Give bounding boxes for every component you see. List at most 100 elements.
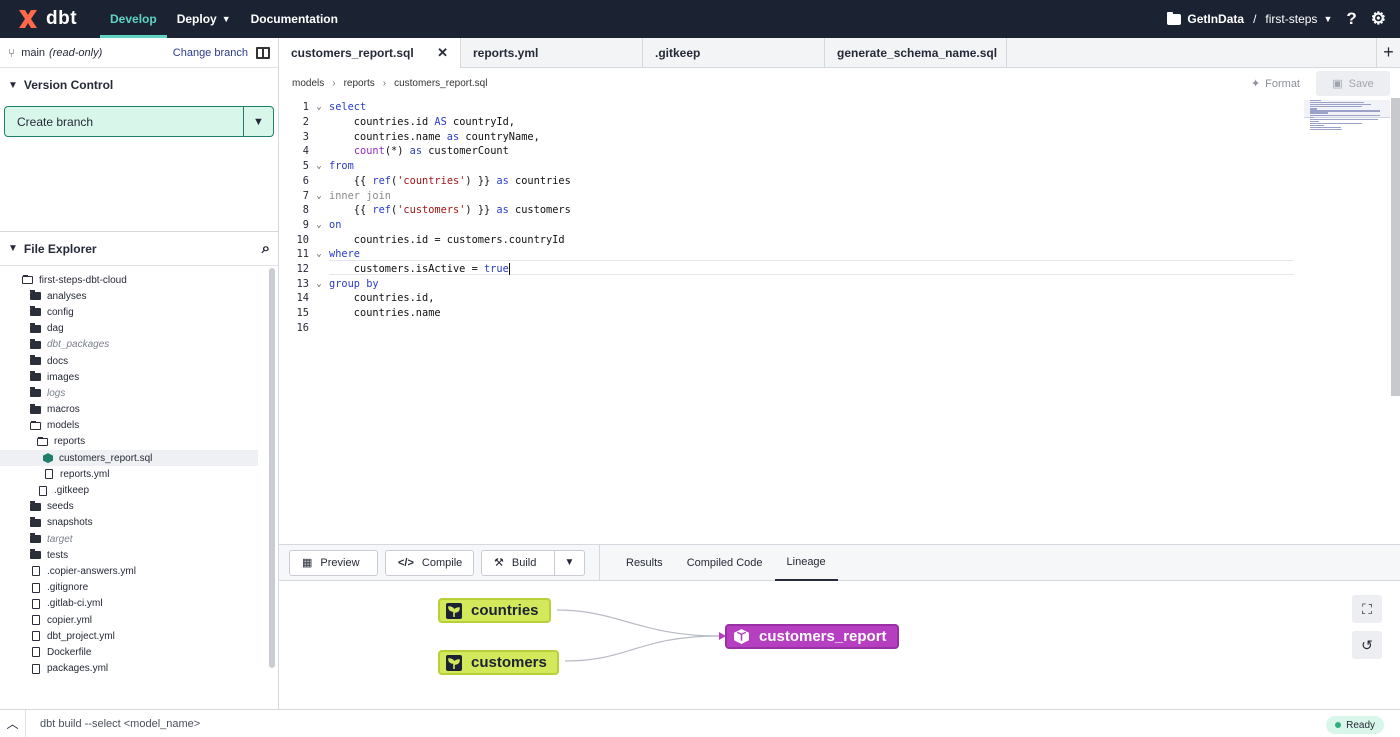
breadcrumb-item[interactable]: customers_report.sql [394, 78, 487, 89]
tab-lineage-label: Lineage [786, 555, 826, 568]
change-branch-link[interactable]: Change branch [173, 47, 248, 59]
code-token: countryName, [459, 130, 540, 143]
file-tree-item[interactable]: macros [0, 402, 278, 418]
fold-chevron-icon[interactable]: ⌄ [309, 279, 329, 289]
close-icon[interactable]: ✕ [437, 45, 448, 61]
file-tree-item[interactable]: customers_report.sql [0, 450, 258, 467]
chevron-up-icon[interactable]: ︿ [0, 709, 26, 737]
code-line[interactable]: 3 countries.name as countryName, [279, 129, 540, 144]
code-line[interactable]: 8 {{ ref('customers') }} as customers [279, 203, 571, 218]
nav-tab-documentation[interactable]: Documentation [241, 0, 348, 38]
file-tree-item[interactable]: reports.yml [0, 466, 278, 482]
nav-tab-deploy[interactable]: Deploy ▼ [167, 0, 241, 38]
source-sprout-icon [446, 602, 462, 619]
code-line[interactable]: 11 ⌄ where [279, 247, 360, 262]
file-tree-item[interactable]: Dockerfile [0, 644, 278, 660]
create-branch-button[interactable]: Create branch [5, 115, 243, 129]
file-tree-item[interactable]: copier.yml [0, 612, 278, 628]
editor-tab-gitkeep[interactable]: .gitkeep [643, 38, 825, 68]
minimap[interactable] [1310, 100, 1390, 131]
code-line[interactable]: 12 customers.isActive = true [279, 262, 510, 277]
code-line[interactable]: 2 countries.id AS countryId, [279, 115, 515, 130]
file-tree-item[interactable]: logs [0, 385, 278, 401]
file-tree-item[interactable]: .gitlab-ci.yml [0, 596, 278, 612]
fold-chevron-icon[interactable]: ⌄ [309, 191, 329, 201]
file-tree-item[interactable]: .gitkeep [0, 482, 278, 498]
format-button[interactable]: ✦ Format [1251, 77, 1300, 91]
file-tree-item[interactable]: models [0, 418, 278, 434]
tab-results[interactable]: Results [614, 544, 675, 581]
expand-icon[interactable]: ⛶ [1352, 595, 1382, 623]
breadcrumb-item[interactable]: reports [344, 78, 375, 89]
book-icon[interactable] [256, 46, 270, 59]
preview-label: Preview [320, 556, 360, 569]
tab-lineage[interactable]: Lineage [774, 544, 838, 581]
code-line[interactable]: 9 ⌄ on [279, 218, 342, 233]
file-tree-item[interactable]: packages.yml [0, 661, 278, 677]
file-tree-item[interactable]: .copier-answers.yml [0, 563, 278, 579]
breadcrumb-item[interactable]: models [292, 78, 324, 89]
file-tree-item[interactable]: analyses [0, 288, 278, 304]
folder-icon [30, 338, 41, 349]
file-tree-item[interactable]: .gitignore [0, 580, 278, 596]
code-icon: </> [398, 556, 414, 569]
reset-icon[interactable]: ↺ [1352, 631, 1382, 659]
file-explorer-header[interactable]: ▼ File Explorer ⌕ [0, 232, 278, 266]
fold-chevron-icon[interactable]: ⌄ [309, 161, 329, 171]
file-tree-item[interactable]: dbt_packages [0, 337, 278, 353]
code-line[interactable]: 13 ⌄ group by [279, 276, 379, 291]
question-icon[interactable]: ? [1346, 9, 1356, 29]
version-control-header[interactable]: ▼ Version Control [0, 68, 278, 102]
file-tree-item[interactable]: dbt_project.yml [0, 628, 278, 644]
file-tree-item[interactable]: docs [0, 353, 278, 369]
code-line[interactable]: 10 countries.id = customers.countryId [279, 232, 565, 247]
code-editor[interactable]: 1 ⌄ select 2 countries.id AS countryId, 3 co… [279, 98, 1400, 544]
code-line[interactable]: 6 {{ ref('countries') }} as countries [279, 174, 571, 189]
tab-compiled-code[interactable]: Compiled Code [675, 544, 775, 581]
compile-button[interactable]: </> Compile [385, 549, 474, 576]
nav-tab-develop[interactable]: Develop [100, 0, 167, 38]
fold-chevron-icon[interactable]: ⌄ [309, 220, 329, 230]
code-line[interactable]: 16 [279, 321, 329, 336]
command-input[interactable]: dbt build --select <model_name> [26, 718, 200, 730]
preview-button[interactable]: ▦ Preview [289, 549, 378, 576]
dbt-logo[interactable]: dbt [0, 7, 100, 31]
file-tree-item[interactable]: snapshots [0, 515, 278, 531]
add-tab-plus-icon[interactable]: + [1376, 38, 1400, 67]
fold-chevron-icon[interactable]: ⌄ [309, 249, 329, 259]
create-branch-dropdown-chevron-icon[interactable]: ▼ [243, 107, 273, 136]
code-line[interactable]: 1 ⌄ select [279, 100, 366, 115]
editor-scrollbar[interactable] [1391, 98, 1400, 396]
code-line[interactable]: 15 countries.name [279, 306, 441, 321]
code-line[interactable]: 4 count(*) as customerCount [279, 144, 509, 159]
lineage-node-customers[interactable]: customers [438, 650, 559, 675]
file-tree-item[interactable]: seeds [0, 499, 278, 515]
file-tree-item[interactable]: tests [0, 547, 278, 563]
lineage-node-customers-report[interactable]: customers_report [725, 624, 899, 649]
search-icon[interactable]: ⌕ [262, 240, 270, 257]
tab-results-label: Results [626, 556, 663, 569]
lineage-node-countries[interactable]: countries [438, 598, 551, 623]
code-line[interactable]: 14 countries.id, [279, 291, 435, 306]
project-selector[interactable]: GetInData / first-steps ▼ [1167, 11, 1332, 26]
file-tree-scrollbar[interactable] [269, 268, 275, 668]
gear-icon[interactable]: ⚙ [1371, 9, 1386, 29]
editor-tab-customers-report[interactable]: customers_report.sql ✕ [279, 38, 461, 68]
save-button[interactable]: ▣ Save [1316, 71, 1390, 96]
file-tree-item[interactable]: config [0, 304, 278, 320]
editor-tab-generate-schema-name[interactable]: generate_schema_name.sql [825, 38, 1007, 68]
code-text: countries.id AS countryId, [329, 116, 515, 128]
fold-chevron-icon[interactable]: ⌄ [309, 102, 329, 112]
save-icon: ▣ [1332, 78, 1343, 90]
file-tree-item[interactable]: images [0, 369, 278, 385]
build-button[interactable]: ⚒ Build [481, 549, 555, 576]
file-tree-item[interactable]: target [0, 531, 278, 547]
file-tree-item[interactable]: first-steps-dbt-cloud [0, 272, 278, 288]
file-tree-item[interactable]: reports [0, 434, 278, 450]
code-line[interactable]: 5 ⌄ from [279, 159, 354, 174]
file-tree-item[interactable]: dag [0, 321, 278, 337]
minimap-line [1310, 102, 1364, 104]
build-dropdown-chevron-icon[interactable]: ▼ [555, 549, 585, 576]
editor-tab-reports-yml[interactable]: reports.yml [461, 38, 643, 68]
code-line[interactable]: 7 ⌄ inner join [279, 188, 391, 203]
